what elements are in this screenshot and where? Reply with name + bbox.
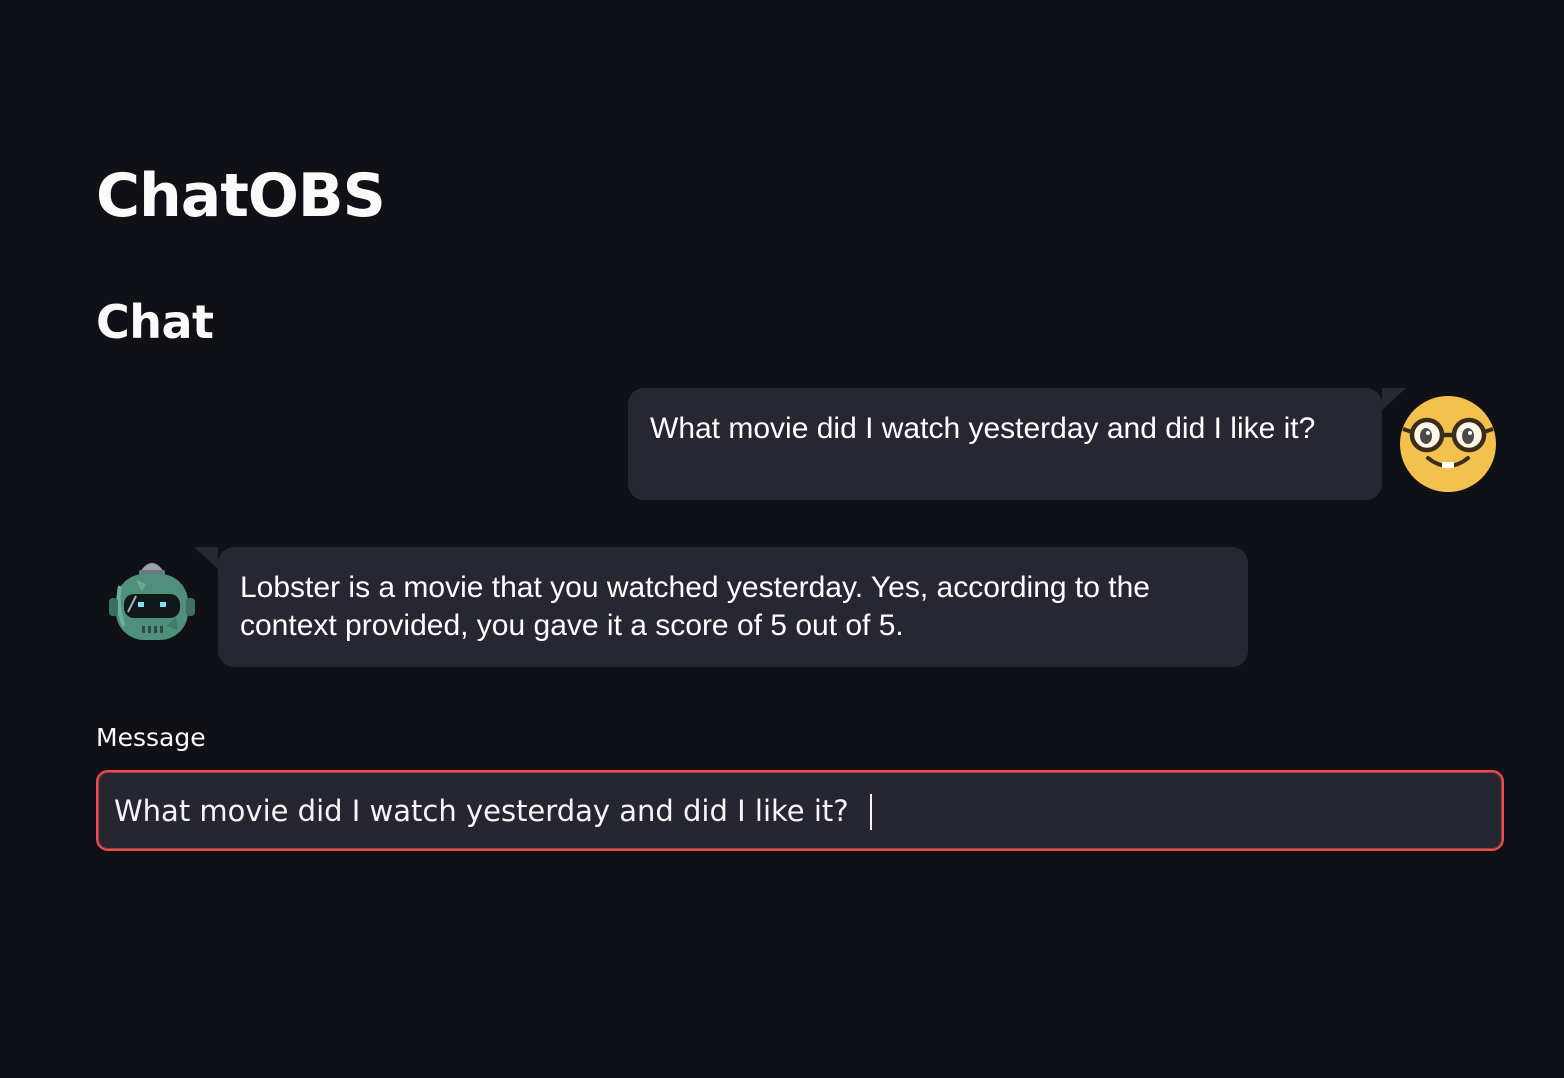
assistant-message-text: Lobster is a movie that you watched yest… — [240, 571, 1150, 642]
app-root: ChatOBS Chat What movie did I watch yest… — [0, 0, 1564, 1078]
user-message-bubble: What movie did I watch yesterday and did… — [628, 388, 1406, 500]
message-input-label: Message — [96, 723, 206, 752]
section-title: Chat — [96, 295, 214, 349]
robot-icon — [106, 556, 198, 648]
user-message-text: What movie did I watch yesterday and did… — [650, 412, 1316, 445]
assistant-message-bubble: Lobster is a movie that you watched yest… — [194, 547, 1248, 667]
page-title: ChatOBS — [96, 161, 386, 231]
message-input-container[interactable] — [96, 770, 1504, 851]
message-input[interactable] — [98, 772, 1502, 849]
nerd-face-icon — [1398, 394, 1498, 494]
text-caret — [870, 794, 872, 830]
